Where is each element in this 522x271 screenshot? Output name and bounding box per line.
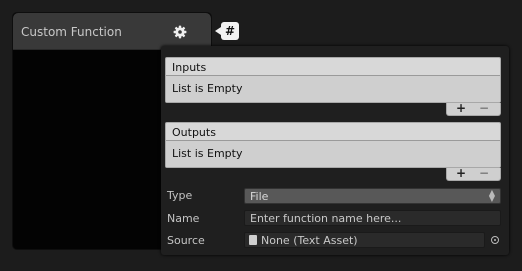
node-header[interactable]: Custom Function xyxy=(13,13,211,50)
outputs-add-button[interactable]: + xyxy=(456,166,466,180)
type-value: File xyxy=(250,190,269,203)
text-asset-icon xyxy=(249,235,257,245)
inputs-list: Inputs List is Empty xyxy=(165,57,501,103)
gear-icon[interactable] xyxy=(173,25,187,39)
source-label: Source xyxy=(167,234,205,247)
type-dropdown[interactable]: File ▲ ▼ xyxy=(244,188,501,204)
outputs-list-footer: + − xyxy=(446,166,501,181)
inputs-remove-button[interactable]: − xyxy=(479,101,489,115)
node-title: Custom Function xyxy=(21,25,122,39)
name-label: Name xyxy=(167,212,200,225)
inputs-list-footer: + − xyxy=(446,101,501,116)
source-object-field[interactable]: None (Text Asset) xyxy=(244,232,485,248)
outputs-list-empty-text: List is Empty xyxy=(166,141,500,167)
name-input[interactable]: Enter function name here... xyxy=(244,210,501,226)
type-label: Type xyxy=(167,189,193,202)
inputs-add-button[interactable]: + xyxy=(456,101,466,115)
inputs-list-header: Inputs xyxy=(166,58,500,76)
outputs-list: Outputs List is Empty xyxy=(165,122,501,168)
hash-icon[interactable]: # xyxy=(221,22,239,40)
source-value: None (Text Asset) xyxy=(261,234,358,247)
inputs-list-empty-text: List is Empty xyxy=(166,76,500,102)
outputs-remove-button[interactable]: − xyxy=(479,166,489,180)
object-picker-icon[interactable] xyxy=(491,236,499,244)
outputs-list-header: Outputs xyxy=(166,123,500,141)
dropdown-arrow-icon: ▲ ▼ xyxy=(488,188,495,203)
